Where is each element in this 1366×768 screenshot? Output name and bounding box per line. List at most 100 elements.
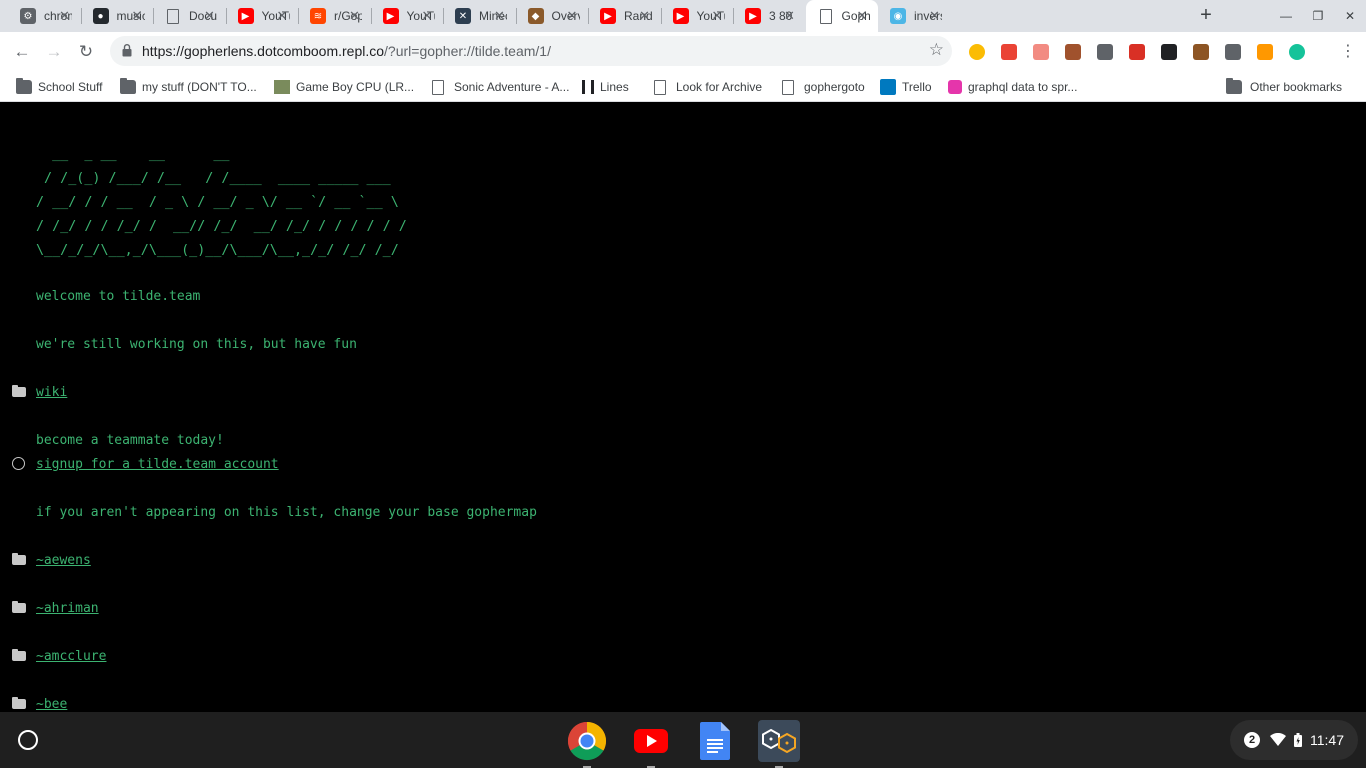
lock-icon[interactable] — [122, 44, 132, 57]
tab-close-icon[interactable]: ✕ — [274, 8, 290, 24]
tab-close-icon[interactable]: ✕ — [709, 8, 725, 24]
browser-tab[interactable]: Document✕ — [153, 0, 226, 32]
bookmark-label: Game Boy CPU (LR... — [296, 80, 415, 94]
user-link[interactable]: ~aewens — [36, 553, 91, 568]
bookmark-item[interactable]: Game Boy CPU (LR... — [274, 77, 414, 97]
face-ext-icon[interactable] — [1033, 44, 1049, 60]
battery-icon — [1294, 733, 1302, 747]
user-link[interactable]: ~bee — [36, 697, 67, 712]
bookmark-item[interactable]: gophergoto — [780, 77, 865, 97]
globe-icon — [12, 457, 25, 470]
browser-tab[interactable]: ●music✕ — [81, 0, 154, 32]
bookmark-label: Lines — [600, 80, 629, 94]
paw-ext-icon[interactable] — [1065, 44, 1081, 60]
browser-tab[interactable]: ▶ 3 80 ✕ — [733, 0, 806, 32]
xk-off-ext-icon[interactable] — [1129, 44, 1145, 60]
browser-tab[interactable]: ▶YouTube✕ — [371, 0, 444, 32]
browser-tab[interactable]: ⚙chrome✕ — [8, 0, 81, 32]
bear-ext-icon[interactable] — [1193, 44, 1209, 60]
wiki-link[interactable]: wiki — [36, 385, 67, 400]
hand-ext-icon[interactable] — [1001, 44, 1017, 60]
browser-tab[interactable]: ▶YouTube✕ — [661, 0, 734, 32]
minimize-icon[interactable]: — — [1278, 8, 1294, 24]
tab-close-icon[interactable]: ✕ — [202, 8, 218, 24]
tab-close-icon[interactable]: ✕ — [419, 8, 435, 24]
browser-toolbar: ← → ↻ https://gopherlens.dotcomboom.repl… — [0, 32, 1366, 72]
bookmark-item[interactable]: my stuff (DON'T TO... — [120, 77, 257, 97]
clock[interactable]: 11:47 — [1310, 732, 1344, 748]
ascii-banner: __ _ __ __ __ / /_(_) /___/ /__ / /____ … — [36, 147, 407, 258]
picker-ext-icon[interactable] — [1257, 44, 1273, 60]
url-path: /?url=gopher://tilde.team/1/ — [384, 43, 551, 59]
chrome-menu-icon[interactable]: ⋮ — [1340, 42, 1356, 62]
wifi-icon — [1270, 733, 1286, 746]
bookmark-item[interactable]: Look for Archive — [652, 77, 762, 97]
grid-ext-icon[interactable] — [1097, 44, 1113, 60]
browser-tab[interactable]: Gopher✕ — [805, 0, 878, 32]
lines-icon — [582, 80, 594, 94]
forward-icon[interactable]: → — [42, 40, 66, 64]
tab-favicon-icon: ▶ — [600, 8, 616, 24]
bracket-ext-icon[interactable] — [1161, 44, 1177, 60]
browser-tab[interactable]: ◆Overview✕ — [516, 0, 589, 32]
tab-close-icon[interactable]: ✕ — [637, 8, 653, 24]
youtube-app-icon[interactable] — [630, 720, 672, 768]
other-bookmarks[interactable]: Other bookmarks — [1226, 77, 1342, 97]
tab-favicon-icon: ▶ — [745, 8, 761, 24]
grammarly-ext-icon[interactable] — [1289, 44, 1305, 60]
folder-icon — [12, 697, 26, 709]
tab-close-icon[interactable]: ✕ — [782, 8, 798, 24]
bookmark-item[interactable]: graphql data to spr... — [948, 77, 1077, 97]
browser-tab[interactable]: ✕Minecraft✕ — [443, 0, 516, 32]
docs-app-icon[interactable] — [694, 720, 736, 762]
url-text[interactable]: https://gopherlens.dotcomboom.repl.co/?u… — [142, 43, 551, 59]
bookmark-item[interactable]: Lines — [582, 77, 629, 97]
bookmark-item[interactable]: Trello — [880, 77, 932, 97]
tab-close-icon[interactable]: ✕ — [564, 8, 580, 24]
replit-app-icon[interactable] — [758, 720, 800, 768]
browser-tab[interactable]: ◉inverse✕ — [878, 0, 951, 32]
page-icon — [432, 79, 444, 95]
tab-favicon-icon: ▶ — [382, 8, 399, 24]
tab-close-icon[interactable]: ✕ — [57, 8, 73, 24]
bookmark-label: School Stuff — [38, 80, 103, 94]
page-icon — [782, 79, 794, 95]
browser-tab[interactable]: ▶YouTube✕ — [226, 0, 299, 32]
status-tray[interactable]: 2 11:47 — [1230, 720, 1358, 760]
bookmark-label: Sonic Adventure - A... — [454, 80, 570, 94]
notification-badge: 2 — [1244, 732, 1260, 748]
back-icon[interactable]: ← — [10, 40, 34, 64]
user-link[interactable]: ~amcclure — [36, 649, 106, 664]
browser-tab[interactable]: ≋r/Gophers✕ — [298, 0, 371, 32]
become-text: become a teammate today! — [36, 433, 224, 448]
close-window-icon[interactable]: ✕ — [1342, 8, 1358, 24]
tab-close-icon[interactable]: ✕ — [927, 8, 943, 24]
play-ext-icon[interactable] — [969, 44, 985, 60]
trello-icon — [880, 79, 896, 95]
tab-close-icon[interactable]: ✕ — [854, 8, 870, 24]
launcher-icon[interactable] — [18, 730, 38, 750]
bookmark-star-icon[interactable]: ☆ — [929, 40, 944, 60]
restore-icon[interactable]: ❐ — [1310, 8, 1326, 24]
reload-icon[interactable]: ↻ — [74, 40, 98, 64]
tab-close-icon[interactable]: ✕ — [347, 8, 363, 24]
browser-tab[interactable]: ▶Random✕ — [588, 0, 661, 32]
tab-favicon-icon: ⚙ — [20, 8, 36, 24]
user-link[interactable]: ~ahriman — [36, 601, 99, 616]
bookmark-item[interactable]: Sonic Adventure - A... — [430, 77, 569, 97]
signup-link[interactable]: signup for a tilde.team account — [36, 457, 279, 472]
new-tab-icon[interactable]: + — [1196, 5, 1216, 26]
tab-close-icon[interactable]: ✕ — [129, 8, 145, 24]
folder-icon — [12, 553, 26, 565]
bookmark-item[interactable]: School Stuff — [16, 77, 103, 97]
chrome-app-icon[interactable] — [566, 720, 608, 768]
tab-favicon-icon: ◆ — [527, 8, 544, 24]
tab-close-icon[interactable]: ✕ — [492, 8, 508, 24]
recycle-ext-icon[interactable] — [1225, 44, 1241, 60]
welcome-text: welcome to tilde.team — [36, 289, 201, 304]
bookmarks-bar: Other bookmarks School Stuff my stuff (DO… — [0, 72, 1366, 102]
bookmark-label: Look for Archive — [676, 80, 763, 94]
tab-favicon-icon: ✕ — [455, 8, 471, 24]
address-bar[interactable]: https://gopherlens.dotcomboom.repl.co/?u… — [110, 36, 952, 66]
bookmark-label: Trello — [902, 80, 932, 94]
